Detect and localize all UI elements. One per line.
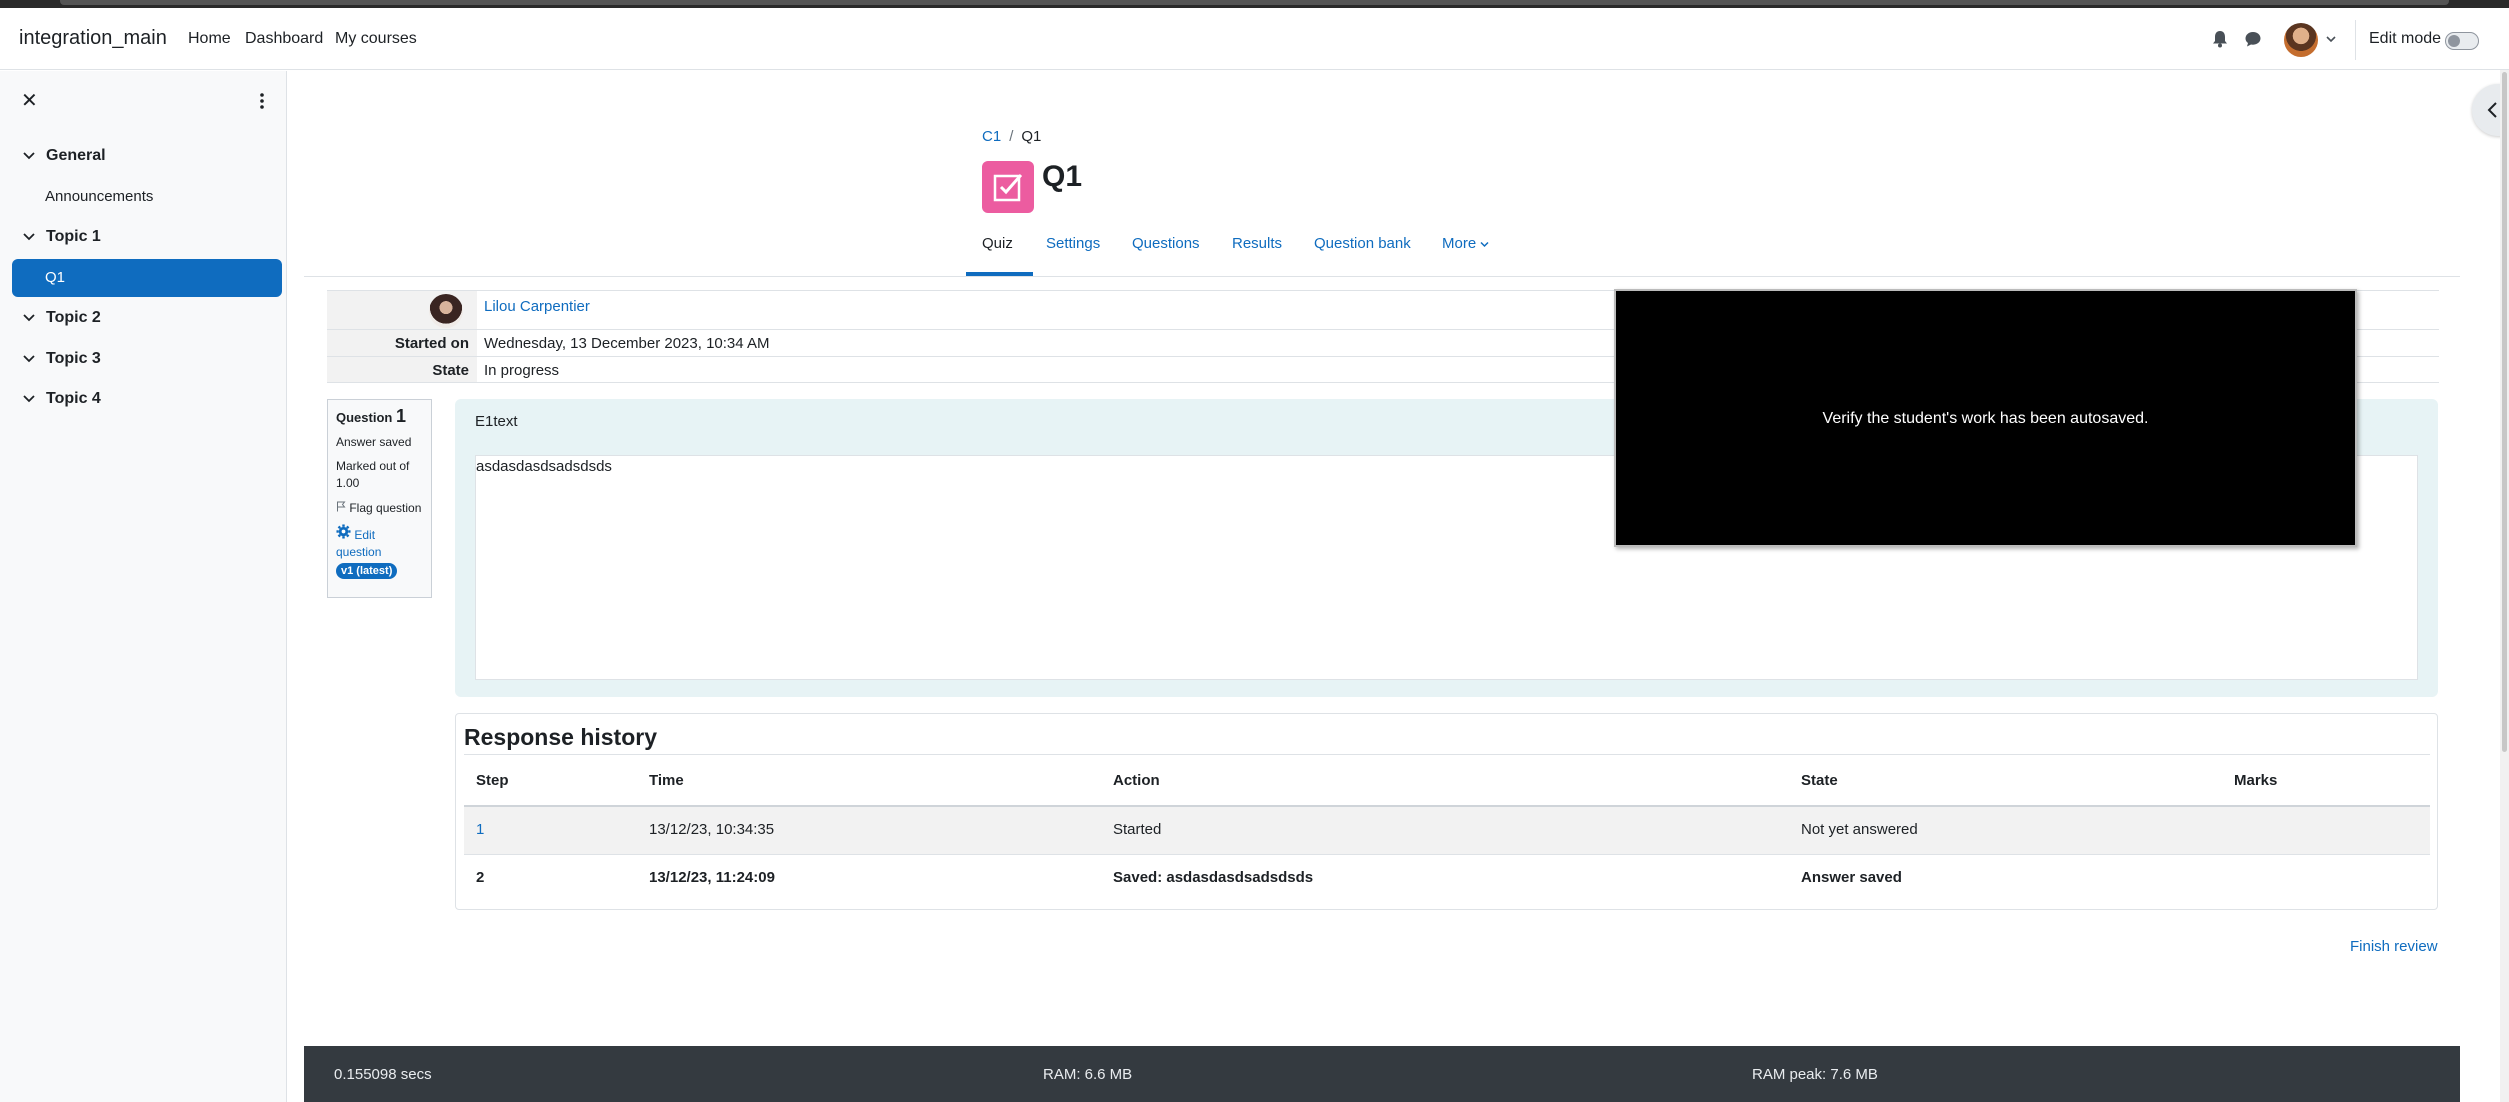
history-col-action: Action xyxy=(1113,772,1160,789)
breadcrumb-current: Q1 xyxy=(1021,128,1042,145)
history-col-step: Step xyxy=(476,772,509,789)
section-general-title: General xyxy=(46,147,106,164)
activity-q1-active[interactable]: Q1 xyxy=(12,259,282,297)
question-label: Question xyxy=(336,410,393,425)
response-history-title: Response history xyxy=(464,724,657,750)
tab-more-label: More xyxy=(1442,235,1477,252)
flag-question-label: Flag question xyxy=(349,501,422,515)
question-status: Answer saved xyxy=(336,435,412,449)
history-row2-step: 2 xyxy=(476,869,485,886)
user-avatar[interactable] xyxy=(2284,23,2318,57)
section-topic-2-title: Topic 2 xyxy=(46,309,101,326)
history-row2-state: Answer saved xyxy=(1801,869,1902,886)
question-info-box: Question 1 Answer saved Marked out of 1.… xyxy=(327,399,432,598)
history-row1-state: Not yet answered xyxy=(1801,821,1918,838)
tab-question-bank[interactable]: Question bank xyxy=(1314,235,1411,252)
chevron-down-icon xyxy=(1480,241,1489,248)
question-grade: Marked out of 1.00 xyxy=(336,459,410,490)
answer-text: asdasdasdsadsdsds xyxy=(476,458,612,475)
performance-footer: 0.155098 secs RAM: 6.6 MB RAM peak: 7.6 … xyxy=(304,1046,2460,1102)
summary-started-header-cell: Started on xyxy=(327,330,477,356)
tab-questions[interactable]: Questions xyxy=(1132,235,1200,252)
question-number: Question 1 xyxy=(336,406,423,427)
active-tab-indicator xyxy=(966,272,1033,276)
user-menu-chevron-down-icon[interactable] xyxy=(2325,34,2337,44)
section-topic-4[interactable]: Topic 4 xyxy=(22,390,101,408)
edit-question-link[interactable]: Edit question xyxy=(336,524,423,561)
response-history-panel: Response history Step Time Action State … xyxy=(455,713,2438,910)
top-navbar: integration_main Home Dashboard My cours… xyxy=(0,8,2509,70)
tab-quiz[interactable]: Quiz xyxy=(982,235,1013,252)
overlay-message: Verify the student's work has been autos… xyxy=(1822,410,2149,427)
section-general[interactable]: General xyxy=(22,147,106,165)
browser-top-strip xyxy=(0,0,2509,8)
checkbox-icon xyxy=(993,174,1023,202)
history-row1-step-link[interactable]: 1 xyxy=(476,821,484,838)
flag-icon xyxy=(337,501,346,512)
chevron-down-icon xyxy=(23,152,35,160)
history-row1-time: 13/12/23, 10:34:35 xyxy=(649,821,775,838)
tab-more[interactable]: More xyxy=(1442,235,1489,252)
history-row-divider xyxy=(464,854,2430,855)
summary-state-header-cell: State xyxy=(327,357,477,382)
footer-time: 0.155098 secs xyxy=(334,1066,432,1083)
started-on-label: Started on xyxy=(394,335,469,352)
activity-announcements[interactable]: Announcements xyxy=(45,188,153,205)
question-text: E1text xyxy=(475,413,518,430)
edit-mode-label: Edit mode xyxy=(2369,30,2442,47)
state-value: In progress xyxy=(484,362,560,379)
state-label: State xyxy=(432,362,469,379)
section-topic-1[interactable]: Topic 1 xyxy=(22,228,101,246)
tab-settings[interactable]: Settings xyxy=(1046,235,1100,252)
gear-icon xyxy=(336,524,351,539)
kebab-menu-icon[interactable] xyxy=(255,91,269,111)
navbar-divider xyxy=(2355,20,2356,60)
breadcrumb: C1 / Q1 xyxy=(982,128,1041,145)
notifications-bell-icon[interactable] xyxy=(2212,30,2228,48)
breadcrumb-separator: / xyxy=(1009,128,1014,145)
history-row1-action: Started xyxy=(1113,821,1162,838)
history-row2-action: Saved: asdasdasdsadsdsds xyxy=(1113,869,1314,886)
edit-mode-toggle[interactable] xyxy=(2445,32,2479,50)
footer-ram-peak: RAM peak: 7.6 MB xyxy=(1752,1066,1878,1083)
question-number-value: 1 xyxy=(395,406,406,426)
quiz-activity-icon xyxy=(982,161,1034,213)
autosave-instruction-overlay: Verify the student's work has been autos… xyxy=(1614,289,2357,547)
chevron-down-icon xyxy=(23,395,35,403)
secondary-navigation-tabs: Quiz Settings Questions Results Question… xyxy=(304,232,2460,277)
site-brand[interactable]: integration_main xyxy=(19,27,167,50)
nav-my-courses-link[interactable]: My courses xyxy=(335,30,417,48)
chevron-left-icon xyxy=(2487,102,2497,118)
section-topic-4-title: Topic 4 xyxy=(46,390,101,407)
finish-review-link[interactable]: Finish review xyxy=(2350,938,2438,955)
student-name-link[interactable]: Lilou Carpentier xyxy=(484,298,590,315)
footer-ram: RAM: 6.6 MB xyxy=(1043,1066,1133,1083)
chevron-down-icon xyxy=(23,233,35,241)
section-topic-3-title: Topic 3 xyxy=(46,350,101,367)
course-index-drawer: ✕ General Announcements Topic 1 Q1 Topic… xyxy=(0,71,287,1102)
page-scrollbar-thumb[interactable] xyxy=(2502,72,2507,752)
close-drawer-icon[interactable]: ✕ xyxy=(21,91,38,111)
history-col-marks: Marks xyxy=(2234,772,2278,789)
breadcrumb-course-link[interactable]: C1 xyxy=(982,128,1001,145)
started-on-value: Wednesday, 13 December 2023, 10:34 AM xyxy=(484,335,770,352)
chevron-down-icon xyxy=(23,355,35,363)
version-badge: v1 (latest) xyxy=(336,563,398,579)
nav-dashboard-link[interactable]: Dashboard xyxy=(245,30,323,48)
tab-results[interactable]: Results xyxy=(1232,235,1282,252)
history-row2-time: 13/12/23, 11:24:09 xyxy=(649,869,775,886)
nav-home-link[interactable]: Home xyxy=(188,30,231,48)
student-avatar[interactable] xyxy=(429,294,463,328)
history-col-state: State xyxy=(1801,772,1838,789)
section-topic-2[interactable]: Topic 2 xyxy=(22,309,101,327)
section-topic-1-title: Topic 1 xyxy=(46,228,101,245)
page-title: Q1 xyxy=(1042,160,1083,193)
history-title-divider xyxy=(464,754,2430,755)
messages-chat-icon[interactable] xyxy=(2244,30,2262,48)
history-col-time: Time xyxy=(649,772,684,789)
chevron-down-icon xyxy=(23,314,35,322)
section-topic-3[interactable]: Topic 3 xyxy=(22,350,101,368)
flag-question-toggle[interactable]: Flag question xyxy=(336,501,423,515)
